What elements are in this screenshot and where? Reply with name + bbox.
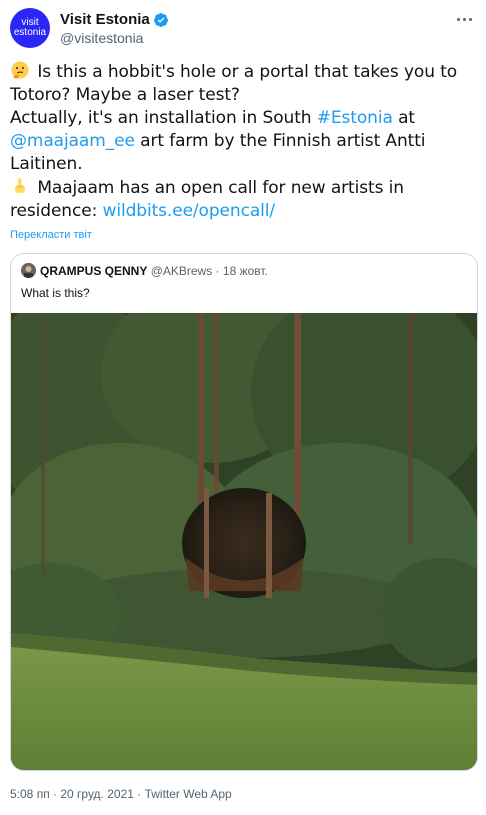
- tweet-text: Is this a hobbit's hole or a portal that…: [10, 60, 480, 223]
- quoted-date: 18 жовт.: [222, 264, 268, 278]
- translate-tweet-link[interactable]: Перекласти твіт: [10, 229, 92, 241]
- quoted-text: What is this?: [21, 286, 90, 300]
- forest-hole-photo[interactable]: [11, 313, 478, 771]
- quoted-separator: ·: [212, 264, 223, 278]
- url-link[interactable]: wildbits.ee/opencall/: [103, 201, 276, 221]
- verified-badge-icon: [153, 12, 168, 27]
- thinking-face-icon: [11, 61, 29, 79]
- more-options-icon[interactable]: [454, 10, 474, 28]
- mention-link[interactable]: @maajaam_ee: [10, 131, 135, 151]
- tweet-line-3a: art farm by the Finnish artist Antti: [134, 131, 426, 151]
- quoted-tweet[interactable]: QRAMPUS QENNY @AKBrews · 18 жовт. What i…: [10, 253, 478, 771]
- quoted-header: QRAMPUS QENNY @AKBrews · 18 жовт.: [21, 263, 268, 279]
- avatar[interactable]: visit estonia: [10, 8, 50, 48]
- hashtag-link[interactable]: #Estonia: [317, 108, 393, 128]
- tweet-line-1b: Totoro? Maybe a laser test?: [10, 85, 240, 105]
- tweet-line-4b: residence:: [10, 201, 103, 221]
- quoted-avatar: [21, 263, 36, 278]
- tweet-header: visit estonia Visit Estonia @visitestoni…: [10, 8, 476, 48]
- tweet-line-3b: Laitinen.: [10, 154, 83, 174]
- pointing-up-hand-icon: [15, 178, 25, 193]
- tweet-line-2b: at: [392, 108, 415, 128]
- avatar-text-2: estonia: [13, 27, 47, 38]
- quoted-author-name: QRAMPUS QENNY: [40, 264, 148, 278]
- quoted-handle: @AKBrews: [150, 264, 213, 278]
- author-handle[interactable]: @visitestonia: [60, 29, 169, 47]
- tweet-line-2a: Actually, it's an installation in South: [10, 108, 317, 128]
- author-name[interactable]: Visit Estonia: [60, 10, 150, 29]
- tweet-line-4a: Maajaam has an open call for new artists…: [37, 178, 404, 198]
- tweet-line-1a: Is this a hobbit's hole or a portal that…: [37, 62, 458, 82]
- author-block: Visit Estonia @visitestonia: [60, 9, 169, 47]
- tweet-timestamp[interactable]: 5:08 пп · 20 груд. 2021 · Twitter Web Ap…: [10, 787, 232, 801]
